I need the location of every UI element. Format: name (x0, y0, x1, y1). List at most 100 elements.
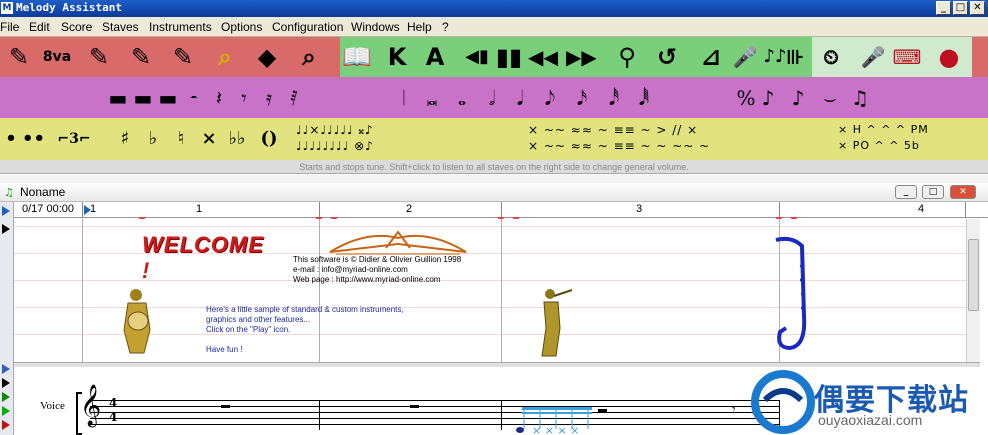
search-note-icon[interactable]: ⚲ (612, 40, 642, 74)
double-sharp-icon[interactable]: × (198, 122, 220, 156)
record-mic-icon[interactable]: 🎤 (858, 40, 888, 74)
rest-64th-icon[interactable]: 𝅀 (282, 83, 306, 113)
dot-icon[interactable]: • (0, 122, 22, 156)
note-breve-icon[interactable]: 𝅜 (420, 83, 444, 113)
speaker-icon[interactable] (2, 392, 10, 402)
note-whole-icon[interactable]: 𝅝 (450, 83, 474, 113)
bar-line (319, 400, 320, 430)
menu-windows[interactable]: Windows (351, 20, 400, 34)
note-eighth-icon[interactable]: 𝅘𝅥𝅮 (538, 83, 562, 113)
microphone-icon[interactable]: 🎤 (730, 40, 760, 74)
fast-forward-icon[interactable]: ▶▶ (566, 40, 596, 74)
close-button[interactable]: ✕ (970, 1, 985, 15)
menu-score[interactable]: Score (61, 20, 92, 34)
rest-eighth-icon[interactable]: 𝄽 (207, 83, 231, 113)
book-icon[interactable]: 📖 (342, 40, 372, 74)
pause-icon[interactable]: ▮▮ (494, 40, 524, 74)
play-icon[interactable] (2, 364, 10, 374)
barline-icon[interactable]: 𝄀 (392, 83, 416, 113)
eighth-rest-icon: 𝄾 (732, 402, 736, 418)
playhead-marker-icon[interactable] (84, 205, 91, 215)
arch-a-icon[interactable]: A (420, 40, 450, 74)
play-icon[interactable] (2, 206, 10, 216)
mixer-icon[interactable]: ⊪ (780, 40, 810, 74)
double-flat-icon[interactable]: ♭♭ (226, 122, 248, 156)
eraser-icon[interactable]: ✎ (168, 40, 198, 74)
key-icon[interactable]: K (382, 40, 412, 74)
note-64th-icon[interactable]: 𝅘𝅥𝅱 (632, 83, 656, 113)
rest-half-icon[interactable]: ▬ (131, 83, 155, 113)
doc-close-button[interactable]: ✕ (950, 185, 976, 199)
triplet-icon[interactable]: ⌐3⌐ (52, 122, 96, 156)
description-line: graphics and other features... (206, 315, 311, 324)
musician-trumpet-graphic (541, 289, 573, 357)
pencil-yellow-icon[interactable]: ✎ (126, 40, 156, 74)
metronome-icon[interactable]: ⊿ (696, 40, 726, 74)
rewind-start-icon[interactable]: ◀▮ (462, 40, 492, 74)
menu-staves[interactable]: Staves (102, 20, 139, 34)
natural-icon[interactable]: ♮ (170, 122, 192, 156)
menu-about[interactable]: ? (442, 20, 449, 34)
sharp-icon[interactable]: ♯ (114, 122, 136, 156)
hammer-icon[interactable]: ◆ (252, 40, 282, 74)
menu-help[interactable]: Help (407, 20, 432, 34)
musician-drum-graphic (123, 289, 151, 354)
rest-whole-icon[interactable]: ▬ (106, 83, 130, 113)
beam-icon[interactable]: ♫ (848, 83, 872, 113)
flat-icon[interactable]: ♭ (142, 122, 164, 156)
measure-ruler[interactable]: 0/17 00:00 1 1 2 3 4 (0, 202, 988, 218)
play-icon[interactable] (2, 406, 10, 416)
rest-32nd-icon[interactable]: 𝄿 (257, 83, 281, 113)
record-icon[interactable]: ● (934, 40, 964, 74)
record-icon[interactable] (2, 420, 10, 430)
rest-sixteenth-icon[interactable]: 𝄾 (232, 83, 256, 113)
menu-configuration[interactable]: Configuration (272, 20, 343, 34)
note-32nd-icon[interactable]: 𝅘𝅥𝅰 (602, 83, 626, 113)
notehead-grid[interactable]: ♩♩×♩♩♩♩♩ 𝄪♪ ♩♩♩♩♩♩♩♩ ⊗♪ (296, 122, 516, 158)
ornament-grid[interactable]: × H ^ ^ ^ PM × PO ^ ^ 5b (838, 122, 988, 158)
scroll-thumb[interactable] (968, 239, 979, 311)
timer-keyboard-icon[interactable]: ⏲ (816, 40, 846, 74)
play-icon[interactable] (2, 224, 10, 234)
slur-icon[interactable]: ⌣ (818, 83, 842, 113)
pencil-tool-icon[interactable]: ✎ (4, 40, 34, 74)
bar-line (501, 400, 502, 430)
app-icon: M (1, 2, 13, 14)
doc-maximize-button[interactable]: □ (922, 185, 944, 199)
note-quarter-icon[interactable]: 𝅘𝅥 (508, 83, 532, 113)
note-sixteenth-icon[interactable]: 𝅘𝅥𝅯 (570, 83, 594, 113)
treble-clef-icon: 𝄞 (80, 385, 102, 426)
parentheses-icon[interactable]: () (256, 122, 282, 156)
rest-quarter-icon[interactable]: 𝄼 (182, 83, 206, 113)
menu-instruments[interactable]: Instruments (149, 20, 212, 34)
menu-file[interactable]: File (0, 20, 19, 34)
magnifier-yellow-icon[interactable]: ⌕ (210, 40, 240, 74)
rewind-icon[interactable]: ◀◀ (528, 40, 558, 74)
grace-note-icon[interactable]: ♪ (756, 83, 780, 113)
rest-bar-icon[interactable]: ▬ (156, 83, 180, 113)
staff-control-strip (0, 202, 14, 435)
magnifier-icon[interactable]: ⌕ (294, 40, 324, 74)
menu-options[interactable]: Options (221, 20, 262, 34)
minimize-button[interactable]: _ (936, 1, 951, 15)
grace-note-slash-icon[interactable]: ♪ (786, 83, 810, 113)
ruler-tick (965, 202, 966, 218)
pane-splitter[interactable] (14, 362, 980, 367)
pencil-red-icon[interactable]: ✎ (84, 40, 114, 74)
double-dot-icon[interactable]: •• (22, 122, 44, 156)
keyboard-icon[interactable]: ⌨ (892, 40, 922, 74)
menu-edit[interactable]: Edit (29, 20, 50, 34)
saxophone-graphic (775, 236, 807, 351)
doc-minimize-button[interactable]: _ (895, 185, 917, 199)
description-line: Click on the "Play" icon. (206, 325, 291, 334)
vertical-scrollbar[interactable] (966, 219, 980, 362)
octave-tool-icon[interactable]: 8va (42, 40, 72, 74)
percent-icon[interactable]: % (734, 83, 758, 113)
play-icon[interactable] (2, 378, 10, 388)
status-hint: Starts and stops tune. Shift+click to li… (0, 160, 988, 174)
maximize-button[interactable]: □ (953, 1, 968, 15)
articulation-grid[interactable]: × ~~ ≈≈ ~ ≡≡ ~ > // × × ~~ ≈≈ ~ ≡≡ ~ ~ ~… (528, 122, 828, 158)
note-half-icon[interactable]: 𝅗𝅥 (480, 83, 504, 113)
measure-number: 1 (196, 203, 203, 215)
undo-icon[interactable]: ↺ (652, 40, 682, 74)
